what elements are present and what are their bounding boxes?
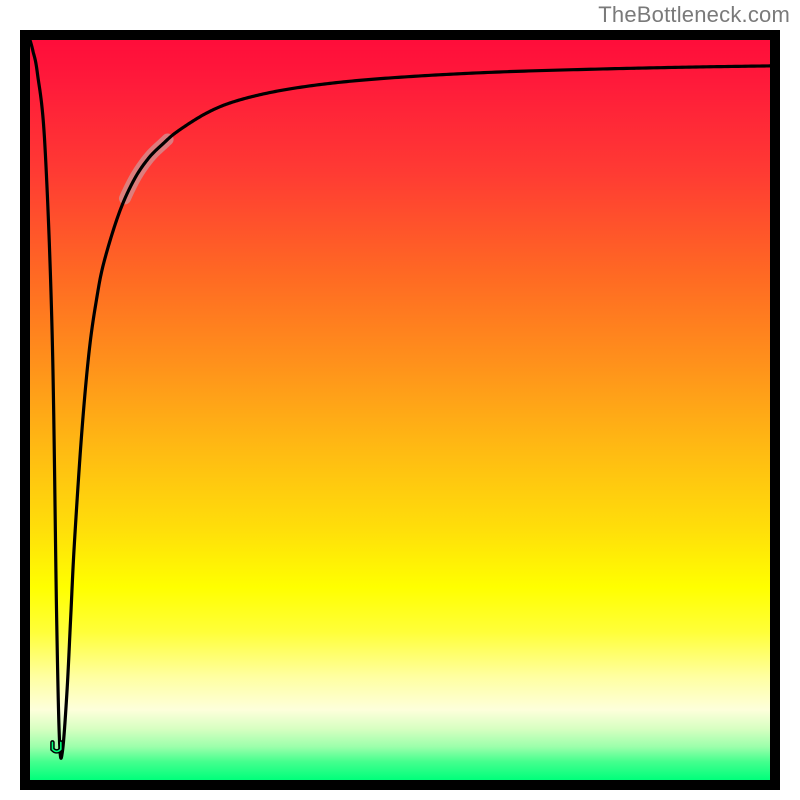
plot-frame (20, 30, 780, 790)
attribution-label: TheBottleneck.com (598, 2, 790, 28)
highlight-segment (125, 139, 168, 198)
curve-layer (30, 40, 770, 780)
canvas-wrap: TheBottleneck.com (0, 0, 800, 800)
notch-marker (52, 742, 60, 751)
bottleneck-curve-path (30, 40, 770, 758)
